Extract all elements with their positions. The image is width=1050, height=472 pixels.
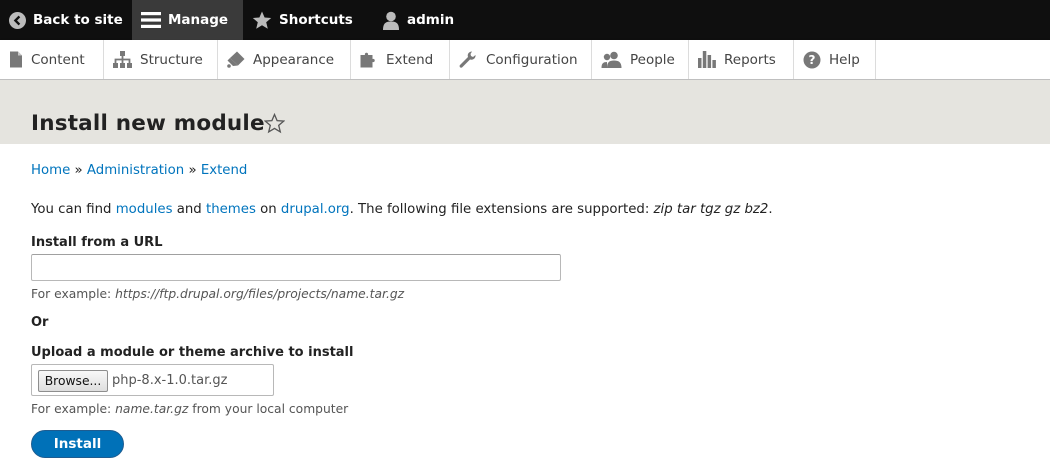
shortcuts-tab[interactable]: Shortcuts [243,0,368,40]
tray-item-label: Extend [386,51,434,68]
breadcrumb-separator: » [74,163,83,178]
url-desc-prefix: For example: [31,287,116,301]
supported-extensions: zip tar tgz gz bz2 [653,202,769,217]
tray-item-label: Appearance [253,51,335,68]
tray-item-label: People [630,51,675,68]
intro-and: and [172,202,206,217]
tray-item-content[interactable]: Content [0,40,104,79]
bar-chart-icon [698,51,716,68]
install-button[interactable]: Install [31,430,124,458]
wrench-icon [459,51,476,68]
breadcrumb-separator: » [188,163,197,178]
admin-toolbar: Back to site Manage Shortcuts admin [0,0,1050,40]
svg-text:?: ? [809,53,816,67]
tray-item-label: Help [829,51,860,68]
upload-desc-example: name.tar.gz [115,402,189,416]
url-field-description: For example: https://ftp.drupal.org/file… [31,287,404,301]
tray-item-people[interactable]: People [592,40,689,79]
or-label: Or [31,315,49,330]
user-icon [383,11,399,30]
selected-file-name: php-8.x-1.0.tar.gz [112,373,228,388]
intro-end: . [768,202,773,217]
install-url-input[interactable] [31,254,561,281]
tray-item-label: Configuration [486,51,578,68]
shortcuts-label: Shortcuts [279,12,353,28]
themes-link[interactable]: themes [206,202,256,217]
back-arrow-icon [9,11,26,29]
page-title: Install new module [31,111,265,136]
file-icon [10,51,22,68]
drupal-org-link[interactable]: drupal.org [281,202,350,217]
people-icon [601,51,622,68]
upload-desc-suffix: from your local computer [188,402,349,416]
sitemap-icon [113,51,132,68]
browse-button[interactable]: Browse... [38,370,108,392]
shortcut-star-icon[interactable] [264,113,285,134]
upload-field-label: Upload a module or theme archive to inst… [31,345,354,360]
tray-item-structure[interactable]: Structure [104,40,218,79]
tray-item-reports[interactable]: Reports [689,40,794,79]
modules-link[interactable]: modules [116,202,173,217]
upload-field-description: For example: name.tar.gz from your local… [31,402,348,416]
upload-file-input[interactable]: Browse... php-8.x-1.0.tar.gz [31,364,274,396]
manage-tray: Content Structure Appearance Extend Conf… [0,40,1050,80]
star-filled-icon [252,11,272,29]
manage-tab[interactable]: Manage [132,0,243,40]
manage-label: Manage [168,12,229,28]
breadcrumb: Home » Administration » Extend [31,163,247,178]
puzzle-icon [360,52,375,68]
breadcrumb-extend-link[interactable]: Extend [201,163,248,178]
tray-item-label: Content [31,51,85,68]
intro-text: You can find modules and themes on drupa… [31,202,773,217]
user-label: admin [407,12,455,28]
intro-suffix: . The following file extensions are supp… [349,202,654,217]
url-field-label: Install from a URL [31,235,163,250]
tray-item-label: Reports [724,51,776,68]
url-desc-example: https://ftp.drupal.org/files/projects/na… [115,287,405,301]
tray-item-help[interactable]: ? Help [794,40,876,79]
upload-desc-prefix: For example: [31,402,116,416]
intro-prefix: You can find [31,202,116,217]
paintbrush-icon [227,51,245,68]
back-to-site-label: Back to site [33,12,123,28]
tray-item-configuration[interactable]: Configuration [450,40,592,79]
tray-item-label: Structure [140,51,203,68]
help-icon: ? [803,51,821,68]
breadcrumb-administration-link[interactable]: Administration [87,163,184,178]
back-to-site-link[interactable]: Back to site [0,0,132,40]
breadcrumb-home-link[interactable]: Home [31,163,70,178]
user-tab[interactable]: admin [368,0,463,40]
tray-item-extend[interactable]: Extend [351,40,450,79]
tray-item-appearance[interactable]: Appearance [218,40,351,79]
hamburger-icon [141,12,161,28]
intro-on: on [255,202,281,217]
